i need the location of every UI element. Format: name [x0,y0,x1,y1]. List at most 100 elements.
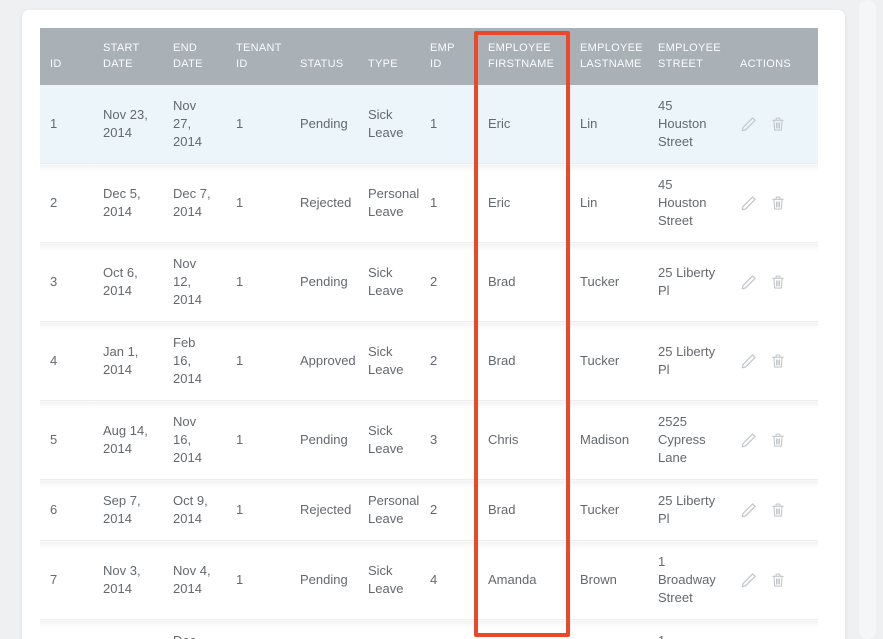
table-row[interactable]: 4Jan 1, 2014Feb 16, 20141ApprovedSick Le… [40,322,818,401]
cell-employee-lastname: Brown [570,620,648,639]
cell-end-date: Nov 16, 2014 [163,401,226,480]
cell-end-date: Dec 25, 2014 [163,620,226,639]
cell-actions [730,322,818,401]
cell-actions [730,620,818,639]
cell-type: Personal Leave [358,480,420,541]
cell-id: 8 [40,620,93,639]
cell-tenant-id: 1 [226,322,290,401]
column-header-employee-lastname: EMPLOYEE LASTNAME [570,28,648,85]
cell-employee-street: 25 Liberty Pl [648,322,730,401]
delete-button[interactable] [769,571,787,589]
pencil-icon [740,273,758,291]
cell-actions [730,541,818,620]
cell-actions [730,164,818,243]
cell-id: 6 [40,480,93,541]
cell-type: Sick Leave [358,620,420,639]
cell-employee-lastname: Brown [570,541,648,620]
delete-button[interactable] [769,352,787,370]
table-row[interactable]: 5Aug 14, 2014Nov 16, 20141PendingSick Le… [40,401,818,480]
delete-button[interactable] [769,115,787,133]
cell-employee-lastname: Tucker [570,480,648,541]
cell-employee-firstname: Eric [478,164,570,243]
cell-status: Rejected [290,480,358,541]
table-row[interactable]: 3Oct 6, 2014Nov 12, 20141PendingSick Lea… [40,243,818,322]
table-row[interactable]: 1Nov 23, 2014Nov 27, 20141PendingSick Le… [40,85,818,164]
table-row[interactable]: 2Dec 5, 2014Dec 7, 20141RejectedPersonal… [40,164,818,243]
cell-employee-street: 1 Broadway Street [648,620,730,639]
cell-status: Approved [290,620,358,639]
cell-tenant-id: 1 [226,401,290,480]
cell-emp-id: 3 [420,401,478,480]
pencil-icon [740,571,758,589]
trash-icon [769,431,787,449]
cell-id: 3 [40,243,93,322]
cell-tenant-id: 1 [226,480,290,541]
cell-actions [730,480,818,541]
column-header-start-date: START DATE [93,28,163,85]
delete-button[interactable] [769,501,787,519]
cell-employee-street: 45 Houston Street [648,85,730,164]
cell-employee-firstname: Amanda [478,620,570,639]
trash-icon [769,273,787,291]
cell-id: 5 [40,401,93,480]
table-row[interactable]: 7Nov 3, 2014Nov 4, 20141PendingSick Leav… [40,541,818,620]
cell-end-date: Dec 7, 2014 [163,164,226,243]
cell-start-date: Nov 23, 2014 [93,85,163,164]
cell-end-date: Oct 9, 2014 [163,480,226,541]
cell-employee-street: 2525 Cypress Lane [648,401,730,480]
trash-icon [769,501,787,519]
cell-end-date: Nov 4, 2014 [163,541,226,620]
cell-tenant-id: 1 [226,164,290,243]
cell-employee-street: 25 Liberty Pl [648,480,730,541]
cell-start-date: Aug 14, 2014 [93,401,163,480]
cell-emp-id: 2 [420,480,478,541]
edit-button[interactable] [740,194,758,212]
table-row[interactable]: 8Jun 10, 2014Dec 25, 20141ApprovedSick L… [40,620,818,639]
page-background: IDSTART DATEEND DATETENANT IDSTATUSTYPEE… [0,0,883,639]
cell-employee-lastname: Lin [570,85,648,164]
edit-button[interactable] [740,273,758,291]
pencil-icon [740,501,758,519]
cell-emp-id: 1 [420,85,478,164]
cell-employee-firstname: Brad [478,480,570,541]
scrollbar-track[interactable] [859,0,876,639]
trash-icon [769,352,787,370]
pencil-icon [740,194,758,212]
cell-start-date: Sep 7, 2014 [93,480,163,541]
cell-start-date: Dec 5, 2014 [93,164,163,243]
cell-type: Personal Leave [358,164,420,243]
table-row[interactable]: 6Sep 7, 2014Oct 9, 20141RejectedPersonal… [40,480,818,541]
cell-employee-firstname: Amanda [478,541,570,620]
pencil-icon [740,115,758,133]
column-header-type: TYPE [358,28,420,85]
trash-icon [769,571,787,589]
cell-end-date: Feb 16, 2014 [163,322,226,401]
cell-type: Sick Leave [358,322,420,401]
edit-button[interactable] [740,352,758,370]
cell-emp-id: 4 [420,541,478,620]
cell-id: 1 [40,85,93,164]
cell-employee-street: 1 Broadway Street [648,541,730,620]
cell-type: Sick Leave [358,541,420,620]
cell-id: 7 [40,541,93,620]
cell-type: Sick Leave [358,401,420,480]
cell-employee-lastname: Tucker [570,322,648,401]
cell-employee-street: 25 Liberty Pl [648,243,730,322]
cell-emp-id: 1 [420,164,478,243]
edit-button[interactable] [740,115,758,133]
cell-tenant-id: 1 [226,85,290,164]
cell-id: 2 [40,164,93,243]
cell-employee-firstname: Brad [478,243,570,322]
cell-employee-street: 45 Houston Street [648,164,730,243]
column-header-actions: ACTIONS [730,28,818,85]
cell-status: Pending [290,401,358,480]
delete-button[interactable] [769,431,787,449]
edit-button[interactable] [740,501,758,519]
cell-id: 4 [40,322,93,401]
edit-button[interactable] [740,571,758,589]
edit-button[interactable] [740,431,758,449]
delete-button[interactable] [769,273,787,291]
cell-actions [730,85,818,164]
cell-actions [730,401,818,480]
delete-button[interactable] [769,194,787,212]
